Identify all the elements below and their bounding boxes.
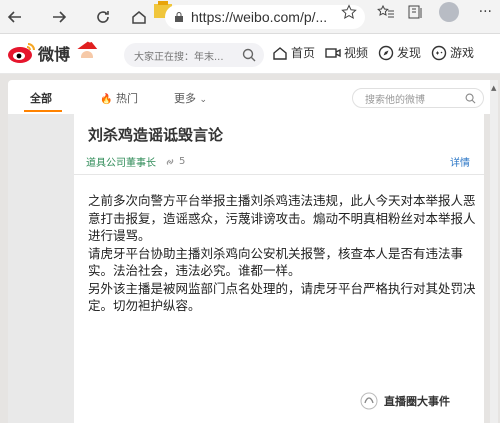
user-weibo-search-placeholder: 搜索他的微博 [365, 94, 425, 106]
article-title: 刘杀鸡造谣诋毁言论 [88, 126, 224, 144]
watermark-text: 直播圈大事件 [384, 395, 450, 408]
flame-icon: 🔥 [100, 94, 113, 105]
arrow-right-icon [53, 10, 67, 23]
tab-all[interactable]: 全部 [30, 90, 52, 106]
home-icon [132, 10, 146, 24]
santa-icon [76, 37, 98, 65]
star-icon[interactable] [340, 4, 357, 20]
article-body: 之前多次向警方平台举报主播刘杀鸡违法违规，此人今天对本举报人恶意打击报复，造谣惑… [88, 192, 478, 315]
nav-games[interactable]: 游戏 [431, 44, 474, 61]
detail-link[interactable]: 详情 [450, 154, 470, 169]
url-text: https://weibo.com/p/... [191, 9, 328, 25]
divider [74, 174, 484, 175]
profile-avatar[interactable] [438, 2, 459, 22]
home-icon [273, 46, 287, 60]
author-link[interactable]: 道具公司董事长 [86, 154, 156, 169]
refresh-button[interactable] [88, 2, 118, 32]
compass-icon [378, 45, 394, 60]
paragraph: 之前多次向警方平台举报主播刘杀鸡违法违规，此人今天对本举报人恶意打击报复，造谣惑… [88, 193, 476, 243]
wechat-channel-icon [360, 392, 378, 410]
nav-discover-label: 发现 [397, 46, 422, 60]
collections-icon[interactable] [407, 4, 423, 20]
weibo-logo-text: 微博 [38, 45, 71, 64]
global-search-placeholder: 大家正在搜：年末... [134, 51, 224, 63]
weibo-logo[interactable]: 微博 [6, 40, 70, 66]
refresh-icon [97, 10, 109, 23]
arrow-left-icon [7, 10, 21, 23]
video-icon [325, 47, 341, 58]
page-scrollbar[interactable] [490, 80, 498, 423]
chevron-down-icon: ⌄ [199, 95, 208, 105]
weibo-header: 微博 大家正在搜：年末... 首页 视频 发现 游戏 [0, 34, 500, 74]
address-bar[interactable]: https://weibo.com/p/... [165, 5, 365, 29]
tab-more-label: 更多 [174, 92, 196, 105]
tab-bar: 全部 🔥 热门 更多 ⌄ 搜索他的微博 [8, 80, 498, 114]
gamepad-icon [431, 45, 447, 60]
search-icon[interactable] [465, 93, 476, 104]
nav-discover[interactable]: 发现 [378, 44, 421, 61]
article-meta: 道具公司董事长 5 [86, 154, 185, 169]
tab-more[interactable]: 更多 ⌄ [174, 90, 207, 106]
more-menu-icon[interactable]: ··· [479, 4, 492, 20]
paragraph: 另外该主播是被网监部门点名处理的，请虎牙平台严格执行对其处罚决定。切勿袒护纵容。 [88, 280, 476, 314]
browser-actions: ··· [340, 2, 492, 22]
tab-hot-label: 热门 [115, 92, 138, 105]
search-icon[interactable] [242, 48, 256, 62]
lock-icon [175, 12, 183, 22]
active-tab-indicator [24, 110, 62, 112]
user-weibo-search-input[interactable]: 搜索他的微博 [352, 88, 484, 108]
link-icon [166, 158, 174, 165]
left-sidebar [8, 114, 74, 423]
watermark: 直播圈大事件 [360, 392, 450, 410]
paragraph: 请虎牙平台协助主播刘杀鸡向公安机关报警，核查本人是否有违法事实。法治社会，违法必… [88, 245, 464, 279]
back-button[interactable] [0, 2, 30, 32]
weibo-eye-icon [8, 43, 35, 63]
nav-video[interactable]: 视频 [325, 44, 368, 61]
nav-video-label: 视频 [344, 46, 369, 60]
top-nav: 首页 视频 发现 游戏 [272, 44, 474, 61]
link-count: 5 [179, 156, 186, 167]
nav-home-label: 首页 [291, 46, 316, 60]
global-search-input[interactable]: 大家正在搜：年末... [124, 43, 264, 67]
article-card: 刘杀鸡造谣诋毁言论 道具公司董事长 5 详情 之前多次向警方平台举报主播刘杀鸡违… [74, 114, 484, 423]
nav-games-label: 游戏 [450, 46, 475, 60]
scroll-up-arrow-icon[interactable]: ▲ [491, 84, 496, 92]
forward-button[interactable] [44, 2, 74, 32]
favorites-icon[interactable] [376, 4, 395, 20]
nav-home[interactable]: 首页 [272, 44, 315, 61]
tab-hot[interactable]: 🔥 热门 [100, 90, 138, 106]
browser-toolbar: https://weibo.com/p/... ··· [0, 0, 500, 34]
